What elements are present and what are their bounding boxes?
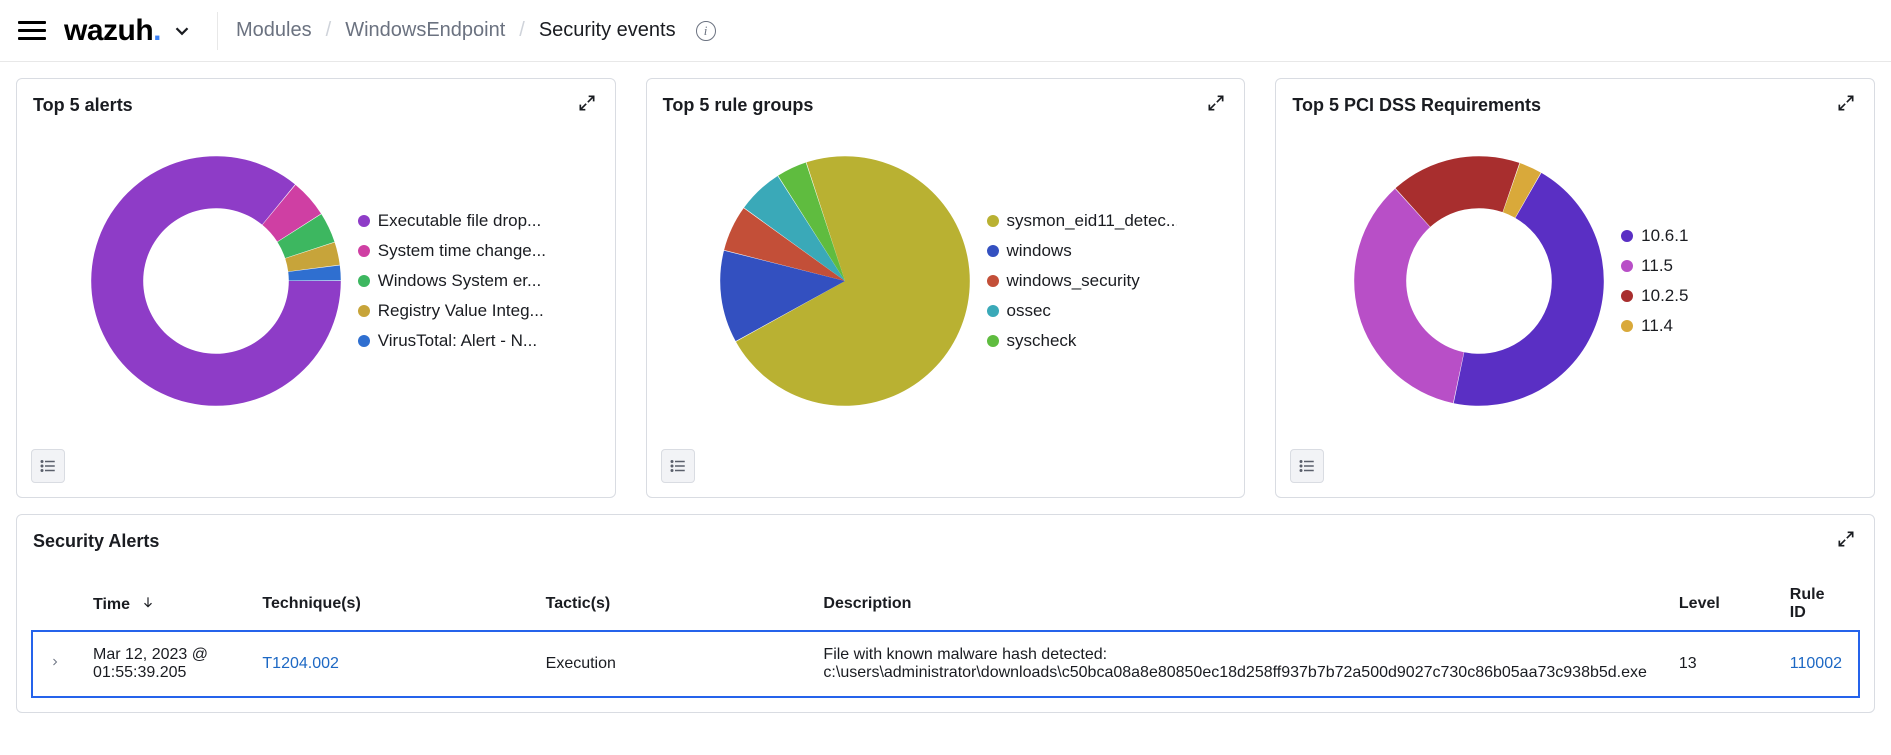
breadcrumb: Modules / WindowsEndpoint / Security eve… (236, 19, 716, 42)
panel-title: Top 5 alerts (33, 95, 599, 116)
legend-item[interactable]: 10.6.1 (1621, 226, 1801, 246)
legend-pci: 10.6.1 11.5 10.2.5 11.4 (1621, 226, 1801, 336)
legend-item[interactable]: sysmon_eid11_detec... (987, 211, 1177, 231)
cell-description: File with known malware hash detected: c… (807, 632, 1662, 696)
legend-item[interactable]: Registry Value Integ... (358, 301, 546, 321)
legend-swatch (987, 275, 999, 287)
legend-label: Registry Value Integ... (378, 301, 544, 321)
divider (217, 12, 218, 50)
chevron-down-icon[interactable] (171, 20, 193, 42)
legend-swatch (358, 245, 370, 257)
row-expand-icon[interactable] (33, 632, 77, 696)
col-level[interactable]: Level (1663, 576, 1774, 632)
expand-icon[interactable] (1836, 529, 1856, 549)
legend-swatch (1621, 260, 1633, 272)
legend-label: windows (1007, 241, 1072, 261)
cell-technique: T1204.002 (246, 632, 529, 696)
expand-icon[interactable] (1206, 93, 1226, 113)
breadcrumb-modules[interactable]: Modules (236, 19, 312, 42)
panel-top5-alerts: Top 5 alerts Executable file drop... Syst… (16, 78, 616, 498)
sort-desc-icon (141, 595, 155, 609)
legend-alerts: Executable file drop... System time chang… (358, 211, 546, 351)
col-description[interactable]: Description (807, 576, 1662, 632)
legend-item[interactable]: Windows System er... (358, 271, 546, 291)
panel-security-alerts: Security Alerts Time Technique(s) Tactic… (16, 514, 1875, 713)
cell-tactic: Execution (530, 632, 808, 696)
breadcrumb-sep: / (326, 19, 332, 42)
legend-swatch (987, 335, 999, 347)
legend-item[interactable]: 10.2.5 (1621, 286, 1801, 306)
logo-text: wazuh (64, 14, 153, 48)
expand-icon[interactable] (1836, 93, 1856, 113)
alerts-tbody: Mar 12, 2023 @ 01:55:39.205 T1204.002 Ex… (33, 632, 1858, 696)
breadcrumb-current: Security events (539, 19, 676, 42)
table-row[interactable]: Mar 12, 2023 @ 01:55:39.205 T1204.002 Ex… (33, 632, 1858, 696)
legend-swatch (987, 305, 999, 317)
list-view-icon[interactable] (661, 449, 695, 483)
legend-swatch (358, 275, 370, 287)
legend-swatch (358, 215, 370, 227)
legend-swatch (1621, 290, 1633, 302)
legend-item[interactable]: 11.5 (1621, 256, 1801, 276)
panel-top5-pcidss: Top 5 PCI DSS Requirements 10.6.111.510.… (1275, 78, 1875, 498)
alerts-table: Time Technique(s) Tactic(s) Description … (33, 576, 1858, 696)
legend-label: sysmon_eid11_detec... (1007, 211, 1177, 231)
legend-label: Executable file drop... (378, 211, 541, 231)
cell-level: 13 (1663, 632, 1774, 696)
panel-title: Top 5 PCI DSS Requirements (1292, 95, 1858, 116)
legend-rule-groups: sysmon_eid11_detec...windows windows_secu… (987, 211, 1177, 351)
legend-item[interactable]: windows (987, 241, 1177, 261)
expand-icon[interactable] (577, 93, 597, 113)
menu-hamburger-icon[interactable] (18, 17, 46, 45)
legend-item[interactable]: windows_security (987, 271, 1177, 291)
chart-slice[interactable] (1354, 189, 1464, 403)
col-tactic[interactable]: Tactic(s) (530, 576, 808, 632)
cell-time: Mar 12, 2023 @ 01:55:39.205 (77, 632, 246, 696)
legend-label: 11.5 (1641, 256, 1673, 276)
donut-chart-alerts (86, 151, 346, 411)
panel-title: Top 5 rule groups (663, 95, 1229, 116)
legend-swatch (1621, 320, 1633, 332)
rule-id-link[interactable]: 110002 (1790, 655, 1842, 672)
legend-label: 10.2.5 (1641, 286, 1688, 306)
logo[interactable]: wazuh. (64, 14, 199, 48)
legend-label: VirusTotal: Alert - N... (378, 331, 537, 351)
legend-swatch (987, 215, 999, 227)
legend-swatch (358, 305, 370, 317)
info-icon[interactable]: i (696, 21, 716, 41)
legend-swatch (358, 335, 370, 347)
legend-swatch (987, 245, 999, 257)
legend-item[interactable]: 11.4 (1621, 316, 1801, 336)
legend-label: ossec (1007, 301, 1051, 321)
chart-panels: Top 5 alerts Executable file drop... Syst… (0, 62, 1891, 514)
panel-top5-rule-groups: Top 5 rule groups sysmon_eid11_detec...w… (646, 78, 1246, 498)
legend-item[interactable]: VirusTotal: Alert - N... (358, 331, 546, 351)
topbar: wazuh. Modules / WindowsEndpoint / Secur… (0, 0, 1891, 62)
legend-label: windows_security (1007, 271, 1140, 291)
legend-label: 11.4 (1641, 316, 1673, 336)
breadcrumb-sep: / (519, 19, 525, 42)
legend-label: syscheck (1007, 331, 1077, 351)
col-technique[interactable]: Technique(s) (246, 576, 529, 632)
legend-label: 10.6.1 (1641, 226, 1688, 246)
list-view-icon[interactable] (1290, 449, 1324, 483)
legend-label: System time change... (378, 241, 546, 261)
legend-swatch (1621, 230, 1633, 242)
breadcrumb-endpoint[interactable]: WindowsEndpoint (345, 19, 505, 42)
legend-item[interactable]: ossec (987, 301, 1177, 321)
legend-label: Windows System er... (378, 271, 541, 291)
logo-dot-icon: . (153, 14, 161, 48)
technique-link[interactable]: T1204.002 (262, 655, 339, 672)
alerts-title: Security Alerts (33, 531, 1858, 552)
legend-item[interactable]: System time change... (358, 241, 546, 261)
legend-item[interactable]: Executable file drop... (358, 211, 546, 231)
col-rule-id[interactable]: Rule ID (1774, 576, 1858, 632)
col-time[interactable]: Time (77, 576, 246, 632)
donut-chart-pci (1349, 151, 1609, 411)
cell-rule-id: 110002 (1774, 632, 1858, 696)
legend-item[interactable]: syscheck (987, 331, 1177, 351)
col-time-label: Time (93, 596, 130, 613)
list-view-icon[interactable] (31, 449, 65, 483)
pie-chart-rule-groups (715, 151, 975, 411)
